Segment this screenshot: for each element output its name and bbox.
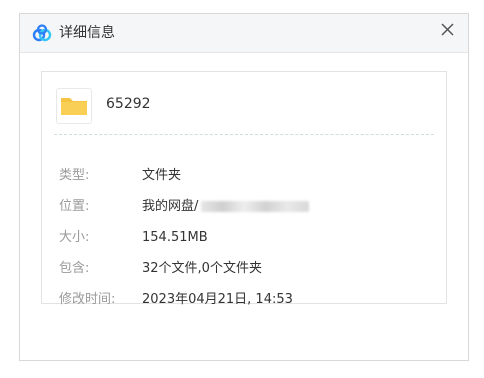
detail-label: 类型:: [59, 168, 90, 183]
folder-icon: [56, 88, 92, 124]
details-dialog: 详细信息 65292 类型: 文件夹 位置: 我的网盘/ 大小: 154.51M…: [19, 13, 469, 361]
file-info-card: 65292 类型: 文件夹 位置: 我的网盘/ 大小: 154.51MB 包含:…: [41, 71, 447, 307]
detail-label: 包含:: [59, 261, 90, 276]
detail-value: 2023年04月21日, 14:53: [142, 292, 293, 307]
divider: [54, 134, 434, 135]
blurred-path-segment: [201, 201, 310, 212]
detail-value: 154.51MB: [142, 230, 208, 245]
detail-label: 大小:: [59, 230, 90, 245]
detail-label: 位置:: [59, 199, 90, 214]
detail-value: 文件夹: [142, 168, 182, 183]
close-icon[interactable]: [436, 18, 460, 42]
detail-value-location[interactable]: 我的网盘/: [142, 197, 310, 217]
detail-label: 修改时间:: [59, 292, 116, 307]
file-name: 65292: [106, 96, 151, 112]
dialog-title: 详细信息: [59, 25, 115, 41]
dialog-titlebar: 详细信息: [20, 14, 468, 53]
detail-value: 32个文件,0个文件夹: [142, 261, 262, 276]
location-path[interactable]: 我的网盘/: [142, 199, 198, 214]
baidu-netdisk-cloud-icon: [31, 22, 53, 44]
